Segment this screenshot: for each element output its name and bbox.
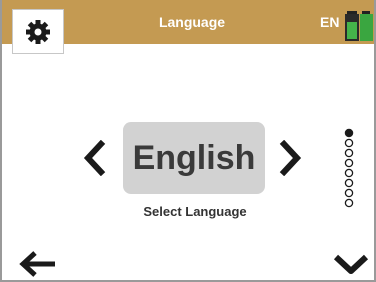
- page-dot: [344, 198, 354, 208]
- page-dot: [344, 188, 354, 198]
- confirm-button[interactable]: [332, 252, 370, 276]
- back-button[interactable]: [18, 250, 58, 278]
- page-dot: [344, 178, 354, 188]
- page-title: Language: [158, 14, 226, 30]
- page-dot: [344, 158, 354, 168]
- page-dot: [344, 148, 354, 158]
- select-language-caption: Select Language: [143, 204, 247, 219]
- chevron-right-icon[interactable]: [279, 140, 303, 176]
- page-dot: [344, 138, 354, 148]
- device-screen: Language EN English Select Language: [0, 0, 376, 282]
- page-indicator: [344, 128, 354, 208]
- language-value: English: [123, 122, 265, 194]
- settings-button[interactable]: [12, 9, 64, 54]
- page-dot: [344, 128, 354, 138]
- chevron-left-icon[interactable]: [82, 140, 106, 176]
- language-code: EN: [320, 14, 340, 30]
- gear-icon: [26, 19, 50, 44]
- check-chevron-down-icon: [333, 254, 369, 274]
- battery-icon: [345, 11, 373, 41]
- page-dot: [344, 168, 354, 178]
- arrow-left-icon: [19, 251, 55, 277]
